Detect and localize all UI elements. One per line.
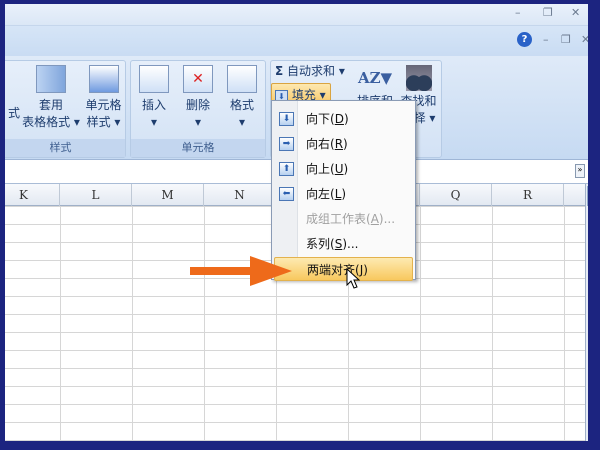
- format-button[interactable]: 格式 ▾: [221, 65, 263, 131]
- access-key: S: [334, 237, 343, 251]
- cell-style-icon: [88, 65, 119, 93]
- ribbon-tabs-bar: ? – ❐ ✕: [5, 26, 588, 56]
- menu-item-label: 成组工作表: [306, 212, 367, 226]
- fill-dropdown-menu: ⬇ 向下(D) ➡ 向右(R) ⬆ 向上(U) ⬅ 向左(L) 成组工作表(A)... 系列(S)…: [271, 100, 416, 281]
- arrow-down-icon: ⬇: [279, 112, 294, 126]
- column-header-r[interactable]: R: [492, 184, 564, 206]
- format-as-table-label-1: 套用: [38, 98, 63, 112]
- menu-item-label: 向上: [306, 162, 331, 176]
- format-label: 格式: [229, 98, 254, 112]
- fill-menu-item-item-5[interactable]: 系列(S)...: [274, 232, 413, 256]
- binoculars-icon: [405, 65, 432, 91]
- fill-menu-item-arrow-left[interactable]: ⬅ 向左(L): [274, 182, 413, 206]
- access-key: L: [334, 187, 342, 201]
- autosum-button[interactable]: Σ 自动求和 ▾: [275, 63, 345, 80]
- close-button[interactable]: ✕: [571, 6, 580, 19]
- cells-group: 插入 ▾ ✕ 删除 ▾ 格式 ▾ 单元格: [130, 60, 266, 158]
- sigma-icon: Σ: [275, 64, 284, 78]
- menu-item-label: 向右: [306, 137, 331, 151]
- column-header-m[interactable]: M: [132, 184, 204, 206]
- doc-minimize-button[interactable]: –: [543, 33, 549, 46]
- ellipsis: ...: [347, 237, 359, 251]
- doc-close-button[interactable]: ✕: [581, 33, 588, 46]
- cell-styles-label-1: 单元格: [85, 98, 122, 112]
- arrow-right-icon: ➡: [279, 137, 294, 151]
- insert-button[interactable]: 插入 ▾: [133, 65, 175, 131]
- menu-item-label: 向下: [306, 112, 331, 126]
- access-key: J: [359, 263, 364, 277]
- fill-menu-item-item-4[interactable]: 成组工作表(A)...: [274, 207, 413, 231]
- cell-styles-label-2: 样式 ▾: [86, 115, 121, 129]
- fill-menu-item-arrow-down[interactable]: ⬇ 向下(D): [274, 107, 413, 131]
- excel-window: – ❐ ✕ ? – ❐ ✕ 式 套用 表格格式 ▾ 单元格 样式 ▾ 样式 插入…: [5, 4, 588, 441]
- vertical-scrollbar[interactable]: [585, 184, 588, 441]
- restore-button[interactable]: ❐: [543, 6, 553, 19]
- column-header-n[interactable]: N: [204, 184, 276, 206]
- fill-menu-item-arrow-up[interactable]: ⬆ 向上(U): [274, 157, 413, 181]
- column-header-q[interactable]: Q: [420, 184, 492, 206]
- access-key: U: [334, 162, 344, 176]
- access-key: R: [334, 137, 344, 151]
- arrow-up-icon: ⬆: [279, 162, 294, 176]
- menu-item-label: 向左: [306, 187, 331, 201]
- minimize-button[interactable]: –: [515, 6, 521, 19]
- expand-formula-bar-icon[interactable]: »: [575, 164, 585, 178]
- access-key: A: [370, 212, 379, 226]
- mouse-cursor-icon: [346, 268, 360, 289]
- doc-restore-button[interactable]: ❐: [561, 33, 571, 46]
- sort-filter-icon: AZ▼: [357, 69, 393, 87]
- format-as-table-button[interactable]: 套用 表格格式 ▾: [21, 65, 81, 131]
- styles-group-label: 样式: [5, 139, 125, 157]
- styles-group: 式 套用 表格格式 ▾ 单元格 样式 ▾ 样式: [5, 60, 126, 158]
- access-key: D: [334, 112, 344, 126]
- ellipsis: ...: [383, 212, 396, 226]
- help-icon[interactable]: ?: [517, 32, 532, 47]
- cell-styles-button[interactable]: 单元格 样式 ▾: [81, 65, 126, 131]
- column-header-k[interactable]: K: [5, 184, 60, 206]
- delete-button[interactable]: ✕ 删除 ▾: [177, 65, 219, 131]
- insert-label: 插入: [141, 98, 166, 112]
- column-header-l[interactable]: L: [60, 184, 132, 206]
- title-bar: – ❐ ✕: [5, 4, 588, 26]
- delete-label: 删除: [185, 98, 210, 112]
- arrow-left-icon: ⬅: [279, 187, 294, 201]
- format-as-table-label-2: 表格格式 ▾: [22, 115, 80, 129]
- insert-cells-icon: [139, 65, 169, 93]
- delete-cells-icon: ✕: [183, 65, 213, 93]
- format-cells-icon: [227, 65, 257, 93]
- menu-item-label: 系列: [306, 237, 331, 251]
- table-style-icon: [36, 65, 66, 93]
- orange-pointer-arrow: [190, 256, 292, 286]
- fill-menu-item-arrow-right[interactable]: ➡ 向右(R): [274, 132, 413, 156]
- scrollbar-thumb[interactable]: [587, 186, 588, 206]
- cells-group-label: 单元格: [131, 139, 265, 157]
